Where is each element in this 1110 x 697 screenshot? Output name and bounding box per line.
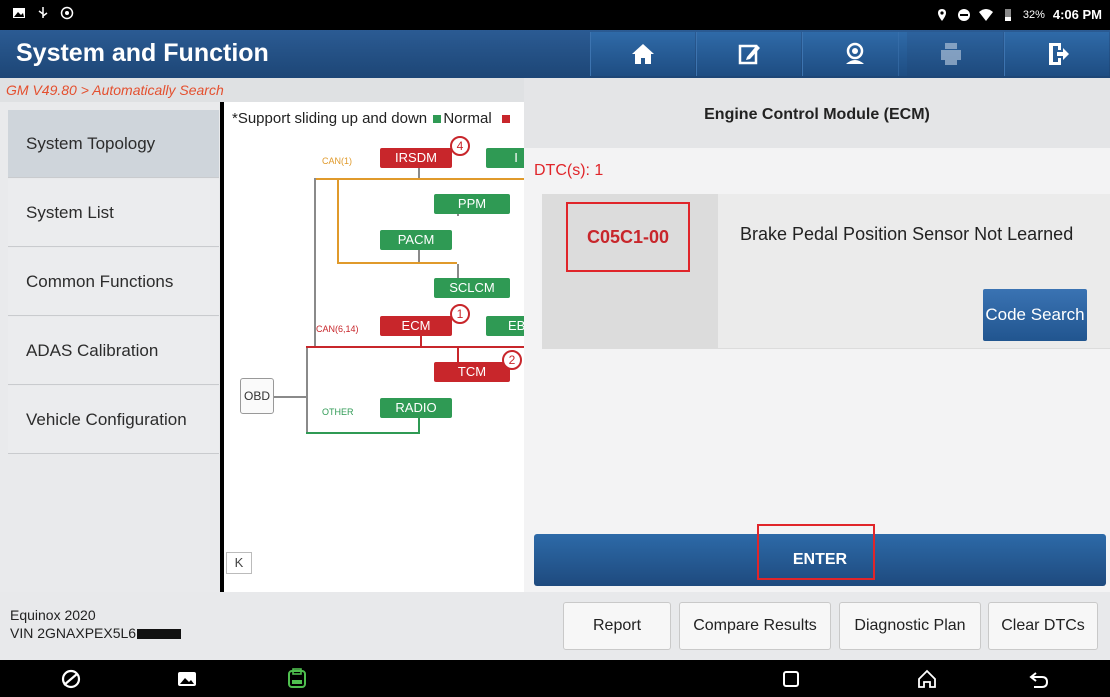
bus-label-can614: CAN(6,14)	[316, 324, 359, 334]
radio-connector	[418, 418, 420, 434]
sidebar: System Topology System List Common Funct…	[0, 102, 220, 592]
node-sclcm[interactable]: SCLCM	[434, 278, 510, 298]
node-ecm[interactable]: ECM	[380, 316, 452, 336]
sidebar-item-vehicle-configuration[interactable]: Vehicle Configuration	[8, 386, 219, 454]
sidebar-item-adas-calibration[interactable]: ADAS Calibration	[8, 317, 219, 385]
title-bar: System and Function	[0, 30, 1110, 78]
ecm-connector	[420, 336, 422, 346]
clear-dtcs-button[interactable]: Clear DTCs	[988, 602, 1098, 650]
do-not-disturb-icon	[957, 8, 970, 21]
edit-icon	[738, 44, 760, 65]
breadcrumb: GM V49.80 > Automatically Search	[0, 78, 530, 102]
can1-bus-line	[314, 178, 530, 180]
vci-icon[interactable]	[286, 668, 308, 690]
vehicle-info: Equinox 2020 VIN 2GNAXPEX5L6	[10, 606, 182, 642]
navigation-bar	[0, 660, 1110, 697]
vehicle-vin-row: VIN 2GNAXPEX5L6	[10, 624, 182, 642]
node-pacm[interactable]: PACM	[380, 230, 452, 250]
support-button[interactable]	[802, 32, 907, 76]
node-tcm[interactable]: TCM	[434, 362, 510, 382]
can1-branch2-line	[337, 262, 457, 264]
clock: 4:06 PM	[1052, 7, 1102, 22]
exit-button[interactable]	[1004, 32, 1109, 76]
edit-button[interactable]	[696, 32, 801, 76]
print-icon	[941, 43, 961, 65]
dtc-description: Brake Pedal Position Sensor Not Learned	[740, 224, 1074, 244]
battery-percent: 32%	[1022, 8, 1045, 21]
vehicle-vin: VIN 2GNAXPEX5L6	[10, 625, 137, 641]
settings-notification-icon	[60, 6, 74, 20]
legend-normal-swatch	[433, 115, 442, 124]
vin-redaction	[137, 629, 182, 640]
recent-apps-icon[interactable]	[780, 668, 802, 690]
trunk-line	[314, 178, 316, 348]
tcm-connector	[457, 348, 459, 362]
sidebar-item-system-list[interactable]: System List	[8, 179, 219, 247]
diagnostic-plan-button[interactable]: Diagnostic Plan	[839, 602, 981, 650]
print-button[interactable]	[898, 32, 1003, 76]
wifi-icon	[978, 8, 993, 21]
dtc-code-cell: C05C1-00	[542, 194, 718, 349]
obd-line	[274, 396, 306, 398]
code-search-button[interactable]: Code Search	[983, 289, 1087, 341]
can1-branch-line	[337, 178, 339, 264]
badge-ecm: 1	[450, 304, 470, 324]
other-bus-line	[306, 432, 418, 434]
node-radio[interactable]: RADIO	[380, 398, 452, 418]
usb-icon	[38, 7, 48, 18]
support-icon	[846, 42, 864, 64]
node-irsdm[interactable]: IRSDM	[380, 148, 452, 168]
badge-irsdm: 4	[450, 136, 470, 156]
sidebar-item-system-topology[interactable]: System Topology	[8, 110, 219, 178]
home-icon	[632, 44, 654, 64]
panel-title: Engine Control Module (ECM)	[524, 78, 1110, 148]
footer: Equinox 2020 VIN 2GNAXPEX5L6 Report Comp…	[0, 592, 1110, 660]
gallery-notification-icon	[13, 8, 25, 18]
dtc-code: C05C1-00	[566, 202, 690, 272]
bus-label-can1: CAN(1)	[322, 156, 353, 166]
page-title: System and Function	[16, 39, 269, 67]
browser-icon[interactable]	[60, 668, 82, 690]
sclcm-connector	[457, 264, 459, 278]
obd-trunk-line	[306, 348, 308, 434]
obd-connector: OBD	[240, 378, 274, 414]
bus-label-other: OTHER	[322, 407, 354, 417]
badge-tcm: 2	[502, 350, 522, 370]
exit-icon	[1049, 43, 1069, 65]
sidebar-item-common-functions[interactable]: Common Functions	[8, 248, 219, 316]
dtc-panel: Engine Control Module (ECM) DTC(s): 1 C0…	[524, 78, 1110, 592]
location-icon	[937, 8, 946, 21]
home-nav-icon[interactable]	[916, 668, 938, 690]
topology-hint-text: *Support sliding up and down	[232, 110, 428, 127]
topology-view[interactable]: *Support sliding up and down Normal CAN(…	[224, 102, 530, 592]
back-icon[interactable]	[1028, 668, 1050, 690]
status-bar: 32% 4:06 PM	[0, 0, 1110, 30]
irsdm-connector	[418, 168, 420, 178]
battery-icon	[1004, 8, 1011, 21]
gallery-icon[interactable]	[176, 668, 198, 690]
enter-highlight-box	[757, 524, 875, 580]
legend-normal-label: Normal	[443, 110, 492, 127]
vehicle-model: Equinox 2020	[10, 607, 96, 623]
dtc-count: DTC(s): 1	[534, 162, 604, 179]
node-ppm[interactable]: PPM	[434, 194, 510, 214]
collapse-button[interactable]: K	[226, 552, 252, 574]
topology-hint: *Support sliding up and down Normal	[232, 110, 512, 127]
dtc-row[interactable]: C05C1-00 Brake Pedal Position Sensor Not…	[542, 194, 1110, 349]
report-button[interactable]: Report	[563, 602, 671, 650]
compare-results-button[interactable]: Compare Results	[679, 602, 831, 650]
can614-bus-line	[306, 346, 530, 348]
home-button[interactable]	[590, 32, 695, 76]
legend-fault-swatch	[501, 115, 510, 124]
